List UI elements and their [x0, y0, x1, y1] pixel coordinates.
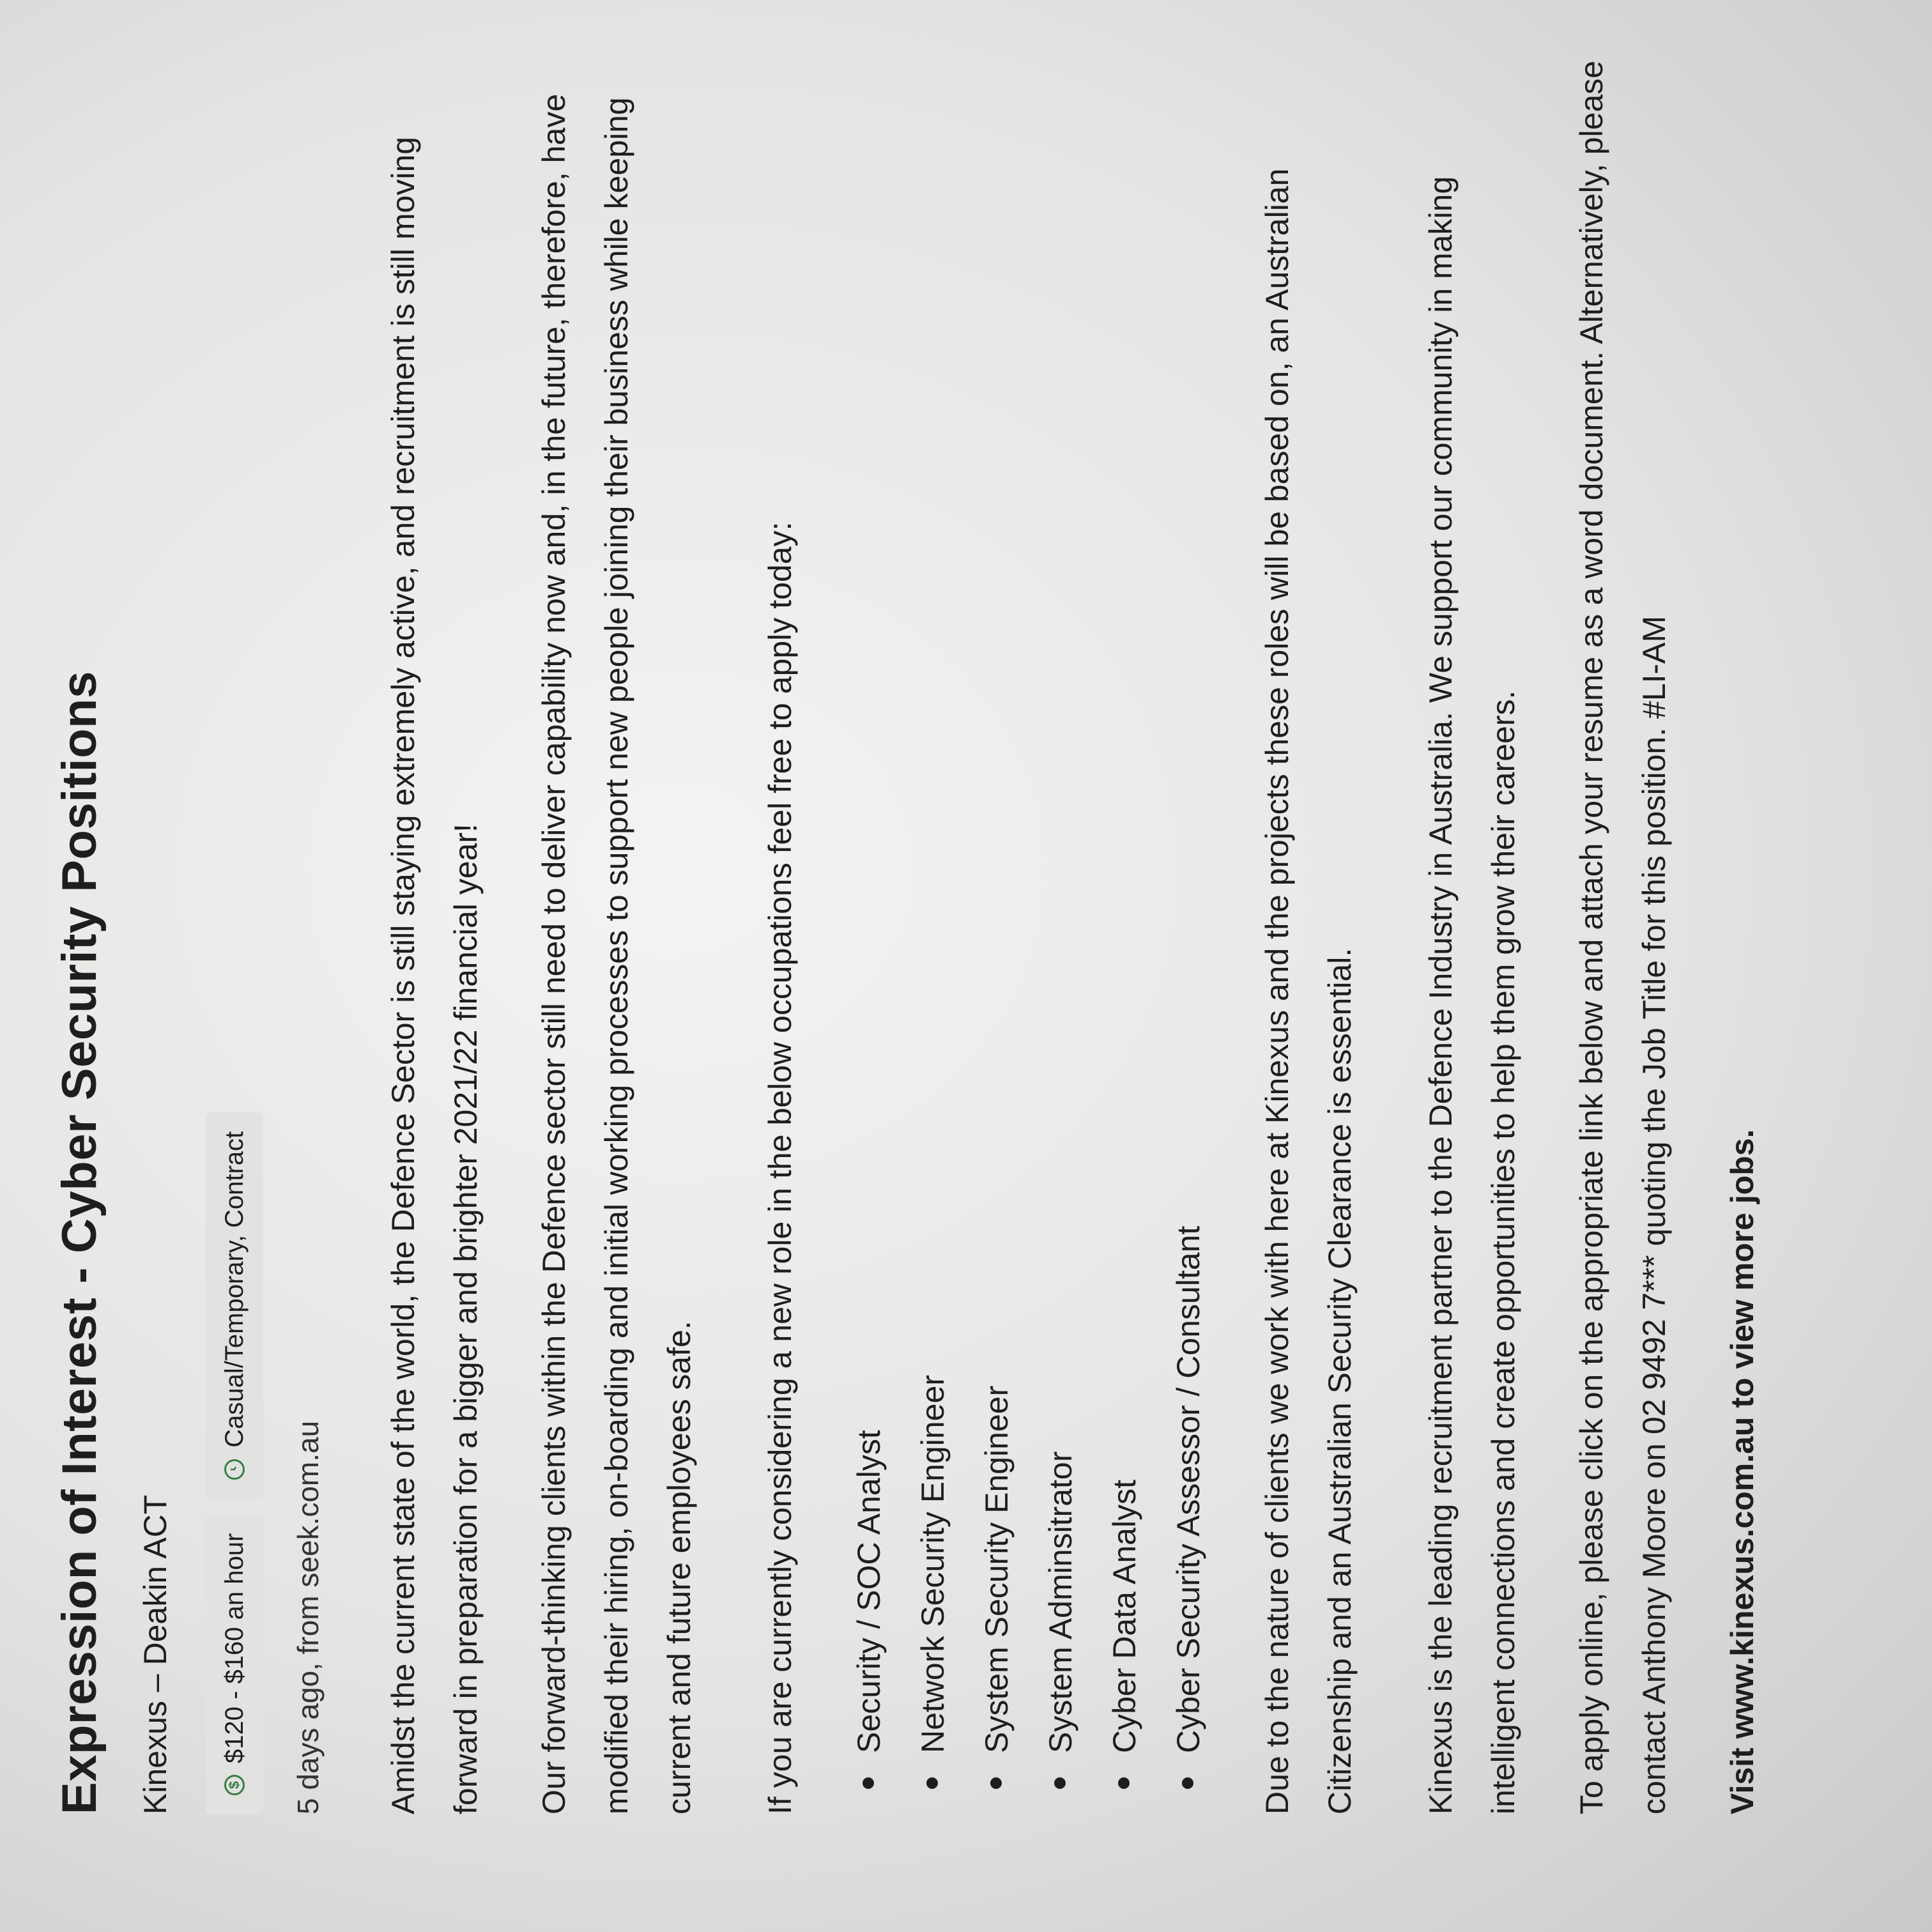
job-description: Amidst the current state of the world, t…: [372, 57, 1774, 1814]
list-item: System Adminsitrator: [1029, 57, 1092, 1789]
salary-chip: $ $120 - $160 an hour: [206, 1514, 263, 1814]
description-paragraph: If you are currently considering a new r…: [762, 521, 798, 1814]
description-paragraph: Kinexus is the leading recruitment partn…: [1423, 176, 1521, 1814]
salary-label: $120 - $160 an hour: [220, 1533, 249, 1763]
description-paragraph: Amidst the current state of the world, t…: [385, 136, 484, 1814]
description-paragraph: To apply online, please click on the app…: [1574, 60, 1672, 1814]
visit-link[interactable]: Visit www.kinexus.com.au to view more jo…: [1724, 1129, 1760, 1814]
list-item: Security / SOC Analyst: [837, 57, 901, 1789]
list-item: Cyber Security Assessor / Consultant: [1156, 57, 1220, 1789]
work-type-label: Casual/Temporary, Contract: [220, 1131, 249, 1448]
job-title: Expression of Interest - Cyber Security …: [52, 671, 107, 1814]
posted-info: 5 days ago, from seek.com.au: [291, 1420, 325, 1814]
dollar-circle-icon: $: [224, 1775, 245, 1795]
list-item: System Security Engineer: [965, 57, 1029, 1789]
clock-icon: [224, 1459, 245, 1480]
company-location: Kinexus – Deakin ACT: [137, 1494, 173, 1814]
job-attributes: $ $120 - $160 an hour Casual/Temporary, …: [206, 57, 263, 1814]
roles-list: Security / SOC Analyst Network Security …: [837, 57, 1220, 1814]
work-type-chip: Casual/Temporary, Contract: [206, 1112, 263, 1499]
list-item: Cyber Data Analyst: [1092, 57, 1156, 1789]
list-item: Network Security Engineer: [901, 57, 965, 1789]
photo-background: Expression of Interest - Cyber Security …: [0, 0, 1932, 1932]
description-paragraph: Our forward-thinking clients within the …: [536, 93, 697, 1814]
job-listing: Expression of Interest - Cyber Security …: [45, 57, 1885, 1814]
description-paragraph: Due to the nature of clients we work wit…: [1259, 168, 1358, 1814]
